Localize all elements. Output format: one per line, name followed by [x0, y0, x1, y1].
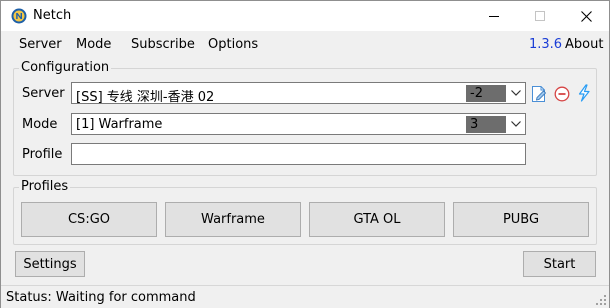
- mode-select[interactable]: [1] Warframe 3: [71, 113, 526, 135]
- status-bar: Status: Waiting for command: [1, 285, 609, 308]
- edit-server-icon[interactable]: [531, 85, 547, 103]
- mode-label: Mode: [22, 117, 58, 132]
- close-button[interactable]: [563, 1, 609, 31]
- profile-button-gta-ol[interactable]: GTA OL: [309, 202, 445, 237]
- menu-bar: Server Mode Subscribe Options 1.3.6 Abou…: [1, 31, 609, 57]
- speed-test-icon[interactable]: [576, 84, 592, 102]
- server-label: Server: [22, 86, 65, 101]
- close-icon: [580, 10, 592, 22]
- profile-label: Profile: [22, 147, 63, 162]
- delete-server-icon[interactable]: [554, 85, 570, 103]
- profile-name-input[interactable]: [71, 143, 526, 165]
- menu-options[interactable]: Options: [208, 37, 258, 52]
- menu-mode[interactable]: Mode: [76, 37, 111, 52]
- server-latency-badge: -2: [466, 85, 506, 102]
- chevron-down-icon: [511, 90, 521, 96]
- server-selected-value: [SS] 专线 深圳-香港 02: [76, 90, 215, 105]
- version-link[interactable]: 1.3.6: [529, 37, 562, 52]
- app-window: Netch Server Mode Subscribe Options 1.3.…: [0, 0, 610, 308]
- start-button[interactable]: Start: [523, 251, 596, 277]
- profile-button-warframe[interactable]: Warframe: [165, 202, 301, 237]
- menu-about[interactable]: About: [565, 37, 603, 52]
- title-bar: Netch: [1, 1, 609, 31]
- chevron-down-icon: [511, 121, 521, 127]
- settings-button[interactable]: Settings: [15, 251, 85, 277]
- mode-count-badge: 3: [466, 116, 506, 133]
- profiles-title: Profiles: [19, 179, 71, 194]
- resize-grip-icon[interactable]: [596, 295, 607, 306]
- maximize-icon: [534, 10, 545, 21]
- menu-subscribe[interactable]: Subscribe: [131, 37, 195, 52]
- minimize-button[interactable]: [471, 1, 517, 31]
- server-select[interactable]: [SS] 专线 深圳-香港 02 -2: [71, 82, 526, 105]
- status-text: Status: Waiting for command: [6, 290, 196, 305]
- maximize-button[interactable]: [517, 1, 563, 31]
- menu-server[interactable]: Server: [19, 37, 62, 52]
- netch-logo-icon: [11, 8, 27, 24]
- window-title: Netch: [33, 8, 72, 23]
- configuration-title: Configuration: [19, 60, 112, 75]
- minimize-icon: [488, 15, 499, 17]
- profile-button-csgo[interactable]: CS:GO: [21, 202, 157, 237]
- profile-button-pubg[interactable]: PUBG: [453, 202, 589, 237]
- mode-selected-value: [1] Warframe: [76, 117, 163, 132]
